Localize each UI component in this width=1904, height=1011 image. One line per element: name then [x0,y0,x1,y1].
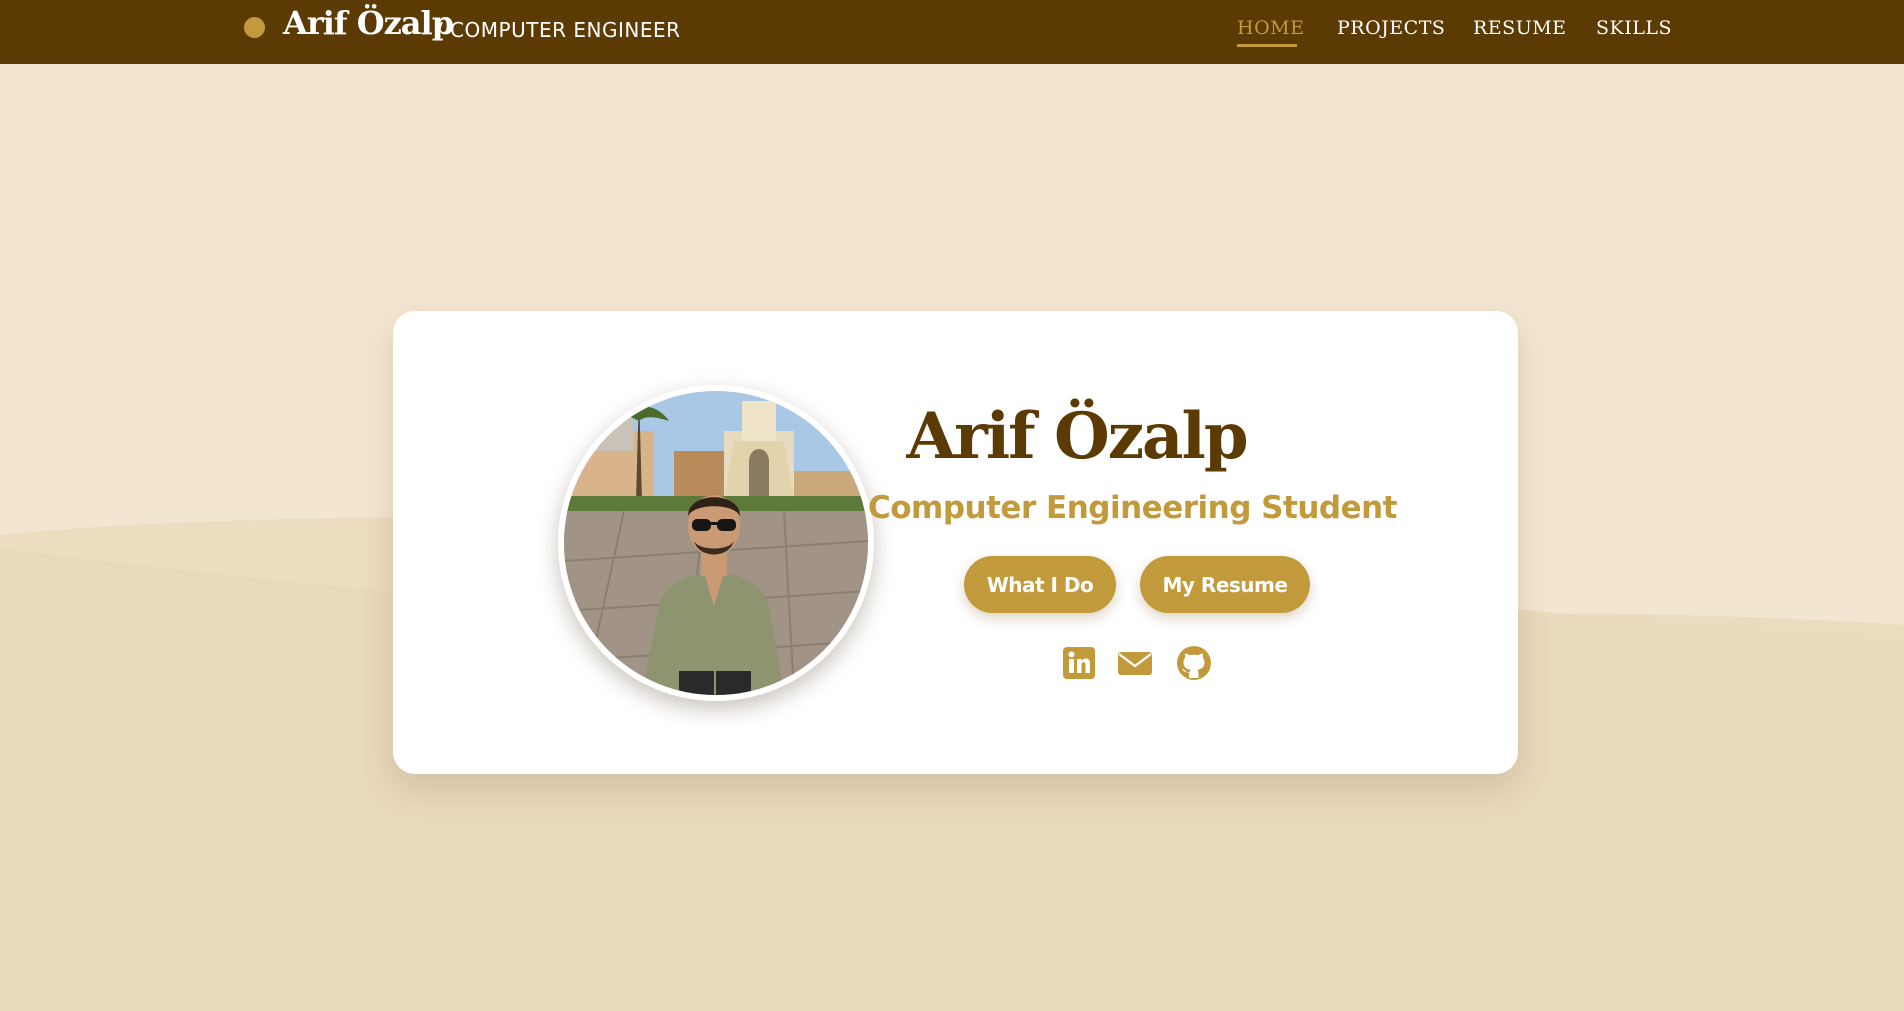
nav-item-resume[interactable]: RESUME [1473,17,1567,39]
mail-icon[interactable] [1116,644,1154,682]
nav-active-underline [1237,44,1297,47]
brand-name[interactable]: Arif Özalp [283,4,454,42]
what-i-do-button[interactable]: What I Do [964,556,1116,613]
profile-title: Computer Engineering Student [868,490,1398,526]
nav-item-projects[interactable]: PROJECTS [1337,17,1445,39]
my-resume-button[interactable]: My Resume [1140,556,1310,613]
brand-dot-icon [244,17,265,38]
avatar [564,391,868,695]
profile-card: Arif Özalp Computer Engineering Student … [393,311,1518,774]
nav-item-home[interactable]: HOME [1237,17,1304,39]
github-icon[interactable] [1175,644,1213,682]
profile-name: Arif Özalp [906,399,1248,474]
linkedin-icon[interactable] [1060,644,1098,682]
nav-item-skills[interactable]: SKILLS [1596,17,1672,39]
avatar-frame [558,385,874,701]
top-navbar: Arif Özalp / COMPUTER ENGINEER HOME PROJ… [0,0,1904,64]
brand-subtitle: / COMPUTER ENGINEER [436,18,681,42]
